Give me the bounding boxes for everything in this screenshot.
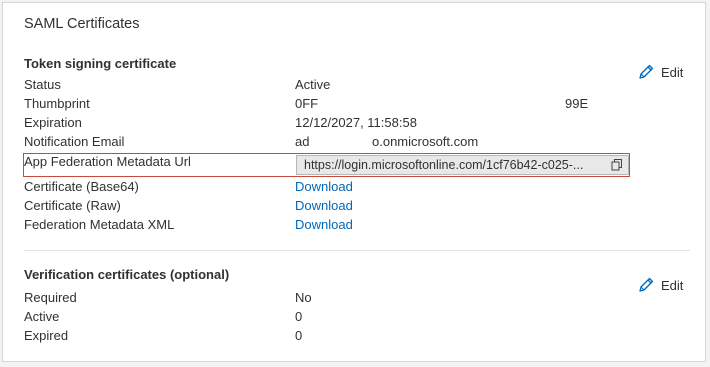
pencil-icon	[639, 277, 654, 292]
notification-email-label: Notification Email	[24, 134, 125, 149]
expiration-label: Expiration	[24, 115, 82, 130]
metadata-url-field[interactable]: https://login.microsoftonline.com/1cf76b…	[296, 155, 629, 175]
copy-icon	[611, 159, 622, 171]
cert-base64-download-link[interactable]: Download	[295, 179, 353, 195]
pencil-icon	[639, 64, 654, 79]
expired-value: 0	[295, 328, 303, 343]
verification-edit-button[interactable]: Edit	[637, 276, 683, 294]
cert-raw-download-link[interactable]: Download	[295, 198, 353, 214]
thumbprint-value-end: 99E	[565, 96, 589, 111]
saml-certificates-card: SAML Certificates Token signing certific…	[2, 2, 706, 362]
federation-xml-download-link[interactable]: Download	[295, 217, 353, 233]
federation-xml-label: Federation Metadata XML	[24, 217, 175, 232]
cert-base64-label: Certificate (Base64)	[24, 179, 139, 194]
notification-email-value-end: o.onmicrosoft.com	[372, 134, 479, 149]
edit-label: Edit	[661, 277, 684, 293]
thumbprint-value-start: 0FF	[295, 96, 319, 111]
copy-button[interactable]	[606, 156, 628, 174]
metadata-url-label: App Federation Metadata Url	[24, 154, 191, 169]
section-divider	[24, 250, 690, 251]
expired-label: Expired	[24, 328, 69, 343]
thumbprint-label: Thumbprint	[24, 96, 90, 111]
verification-title: Verification certificates (optional)	[24, 267, 230, 282]
edit-label: Edit	[661, 64, 684, 80]
active-value: 0	[295, 309, 303, 324]
active-label: Active	[24, 309, 60, 324]
status-label: Status	[24, 77, 61, 92]
required-value: No	[295, 290, 312, 305]
cert-raw-label: Certificate (Raw)	[24, 198, 121, 213]
expiration-value: 12/12/2027, 11:58:58	[295, 115, 417, 130]
token-signing-edit-button[interactable]: Edit	[637, 63, 683, 81]
card-title: SAML Certificates	[24, 16, 140, 32]
metadata-url-value[interactable]: https://login.microsoftonline.com/1cf76b…	[297, 158, 606, 172]
required-label: Required	[24, 290, 77, 305]
status-value: Active	[295, 77, 331, 92]
token-signing-title: Token signing certificate	[24, 56, 177, 71]
notification-email-value-start: ad	[295, 134, 310, 149]
